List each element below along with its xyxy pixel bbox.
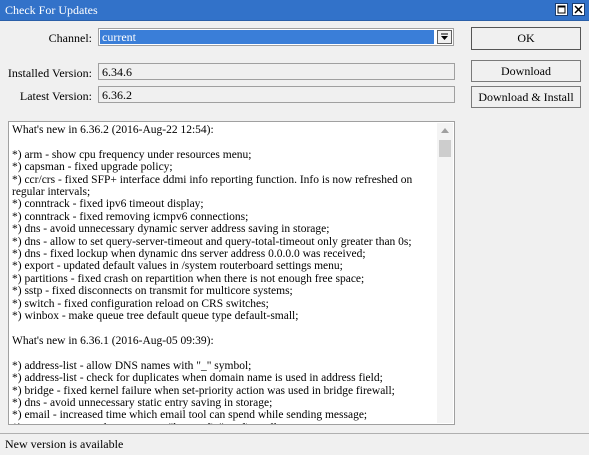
latest-version-field: 6.36.2 <box>98 86 455 103</box>
download-button[interactable]: Download <box>471 60 581 82</box>
title-bar: Check For Updates <box>0 0 589 21</box>
window-title: Check For Updates <box>5 3 98 17</box>
scroll-thumb[interactable] <box>439 140 451 157</box>
maximize-icon <box>557 5 566 14</box>
download-install-button[interactable]: Download & Install <box>471 86 581 108</box>
release-notes-box[interactable]: What's new in 6.36.2 (2016-Aug-22 12:54)… <box>8 121 455 425</box>
release-notes-text: What's new in 6.36.2 (2016-Aug-22 12:54)… <box>12 124 413 424</box>
channel-label: Channel: <box>48 31 92 45</box>
ok-button[interactable]: OK <box>471 27 581 50</box>
scroll-up-button[interactable] <box>437 123 453 139</box>
channel-dropdown-button[interactable] <box>437 30 452 44</box>
vertical-scrollbar[interactable] <box>437 123 453 423</box>
channel-value: current <box>100 30 434 44</box>
status-text: New version is available <box>5 437 124 451</box>
latest-version-label: Latest Version: <box>19 89 92 103</box>
status-bar: New version is available <box>0 433 589 455</box>
close-icon <box>574 5 583 14</box>
scroll-up-arrow-icon <box>441 128 449 133</box>
maximize-button[interactable] <box>555 3 568 16</box>
close-button[interactable] <box>572 3 585 16</box>
installed-version-field: 6.34.6 <box>98 63 455 80</box>
installed-version-label: Installed Version: <box>7 66 92 80</box>
channel-select[interactable]: current <box>98 28 454 46</box>
dropdown-arrow-icon <box>441 33 448 40</box>
